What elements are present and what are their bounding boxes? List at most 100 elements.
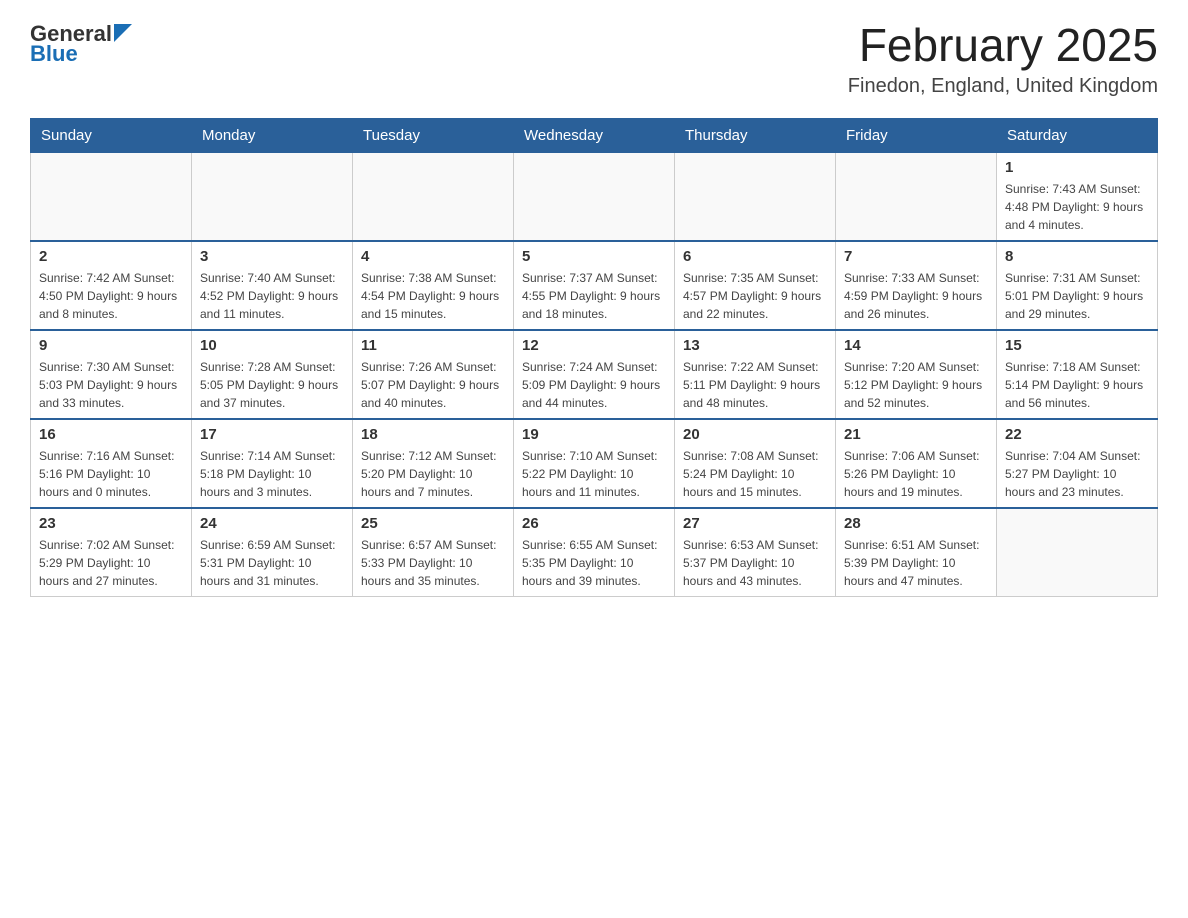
day-number: 18 (361, 426, 505, 443)
col-sunday: Sunday (31, 118, 192, 152)
day-number: 15 (1005, 337, 1149, 354)
day-info: Sunrise: 6:59 AM Sunset: 5:31 PM Dayligh… (200, 536, 344, 590)
day-number: 25 (361, 515, 505, 532)
table-row (192, 152, 353, 241)
day-info: Sunrise: 7:33 AM Sunset: 4:59 PM Dayligh… (844, 269, 988, 323)
day-info: Sunrise: 7:14 AM Sunset: 5:18 PM Dayligh… (200, 447, 344, 501)
logo: General Blue (30, 20, 132, 67)
col-wednesday: Wednesday (514, 118, 675, 152)
day-number: 11 (361, 337, 505, 354)
day-info: Sunrise: 6:57 AM Sunset: 5:33 PM Dayligh… (361, 536, 505, 590)
table-row: 5 Sunrise: 7:37 AM Sunset: 4:55 PM Daylig… (514, 241, 675, 330)
day-number: 26 (522, 515, 666, 532)
day-number: 16 (39, 426, 183, 443)
table-row: 14 Sunrise: 7:20 AM Sunset: 5:12 PM Dayli… (836, 330, 997, 419)
day-number: 4 (361, 248, 505, 265)
title-block: February 2025 Finedon, England, United K… (848, 20, 1158, 98)
day-number: 1 (1005, 159, 1149, 176)
table-row: 9 Sunrise: 7:30 AM Sunset: 5:03 PM Daylig… (31, 330, 192, 419)
day-number: 28 (844, 515, 988, 532)
col-saturday: Saturday (997, 118, 1158, 152)
table-row: 17 Sunrise: 7:14 AM Sunset: 5:18 PM Dayli… (192, 419, 353, 508)
day-number: 5 (522, 248, 666, 265)
day-info: Sunrise: 7:35 AM Sunset: 4:57 PM Dayligh… (683, 269, 827, 323)
day-info: Sunrise: 7:31 AM Sunset: 5:01 PM Dayligh… (1005, 269, 1149, 323)
day-info: Sunrise: 7:10 AM Sunset: 5:22 PM Dayligh… (522, 447, 666, 501)
day-info: Sunrise: 7:20 AM Sunset: 5:12 PM Dayligh… (844, 358, 988, 412)
day-number: 9 (39, 337, 183, 354)
table-row: 20Sunrise: 7:08 AM Sunset: 5:24 PM Dayli… (675, 419, 836, 508)
table-row: 18Sunrise: 7:12 AM Sunset: 5:20 PM Dayli… (353, 419, 514, 508)
table-row: 27 Sunrise: 6:53 AM Sunset: 5:37 PM Dayli… (675, 508, 836, 597)
day-info: Sunrise: 7:06 AM Sunset: 5:26 PM Dayligh… (844, 447, 988, 501)
day-number: 21 (844, 426, 988, 443)
table-row: 26 Sunrise: 6:55 AM Sunset: 5:35 PM Dayli… (514, 508, 675, 597)
month-title: February 2025 (848, 20, 1158, 71)
logo-arrow-icon (114, 24, 132, 42)
calendar-week-row: 16 Sunrise: 7:16 AM Sunset: 5:16 PM Dayli… (31, 419, 1158, 508)
day-info: Sunrise: 6:55 AM Sunset: 5:35 PM Dayligh… (522, 536, 666, 590)
day-number: 27 (683, 515, 827, 532)
table-row: 2 Sunrise: 7:42 AM Sunset: 4:50 PM Daylig… (31, 241, 192, 330)
day-number: 24 (200, 515, 344, 532)
day-number: 6 (683, 248, 827, 265)
day-info: Sunrise: 7:08 AM Sunset: 5:24 PM Dayligh… (683, 447, 827, 501)
day-number: 7 (844, 248, 988, 265)
day-info: Sunrise: 7:18 AM Sunset: 5:14 PM Dayligh… (1005, 358, 1149, 412)
day-number: 14 (844, 337, 988, 354)
day-info: Sunrise: 7:43 AM Sunset: 4:48 PM Dayligh… (1005, 180, 1149, 234)
day-info: Sunrise: 7:30 AM Sunset: 5:03 PM Dayligh… (39, 358, 183, 412)
day-info: Sunrise: 7:28 AM Sunset: 5:05 PM Dayligh… (200, 358, 344, 412)
day-info: Sunrise: 7:26 AM Sunset: 5:07 PM Dayligh… (361, 358, 505, 412)
table-row: 6 Sunrise: 7:35 AM Sunset: 4:57 PM Daylig… (675, 241, 836, 330)
table-row: 25 Sunrise: 6:57 AM Sunset: 5:33 PM Dayli… (353, 508, 514, 597)
calendar-week-row: 23Sunrise: 7:02 AM Sunset: 5:29 PM Dayli… (31, 508, 1158, 597)
table-row: 24 Sunrise: 6:59 AM Sunset: 5:31 PM Dayli… (192, 508, 353, 597)
calendar-header-row: Sunday Monday Tuesday Wednesday Thursday… (31, 118, 1158, 152)
table-row: 13 Sunrise: 7:22 AM Sunset: 5:11 PM Dayli… (675, 330, 836, 419)
col-monday: Monday (192, 118, 353, 152)
day-number: 8 (1005, 248, 1149, 265)
table-row: 11 Sunrise: 7:26 AM Sunset: 5:07 PM Dayli… (353, 330, 514, 419)
table-row: 1 Sunrise: 7:43 AM Sunset: 4:48 PM Daylig… (997, 152, 1158, 241)
day-info: Sunrise: 7:22 AM Sunset: 5:11 PM Dayligh… (683, 358, 827, 412)
day-number: 19 (522, 426, 666, 443)
table-row: 16 Sunrise: 7:16 AM Sunset: 5:16 PM Dayli… (31, 419, 192, 508)
col-thursday: Thursday (675, 118, 836, 152)
table-row: 21 Sunrise: 7:06 AM Sunset: 5:26 PM Dayli… (836, 419, 997, 508)
day-info: Sunrise: 7:38 AM Sunset: 4:54 PM Dayligh… (361, 269, 505, 323)
day-info: Sunrise: 7:37 AM Sunset: 4:55 PM Dayligh… (522, 269, 666, 323)
calendar-week-row: 2 Sunrise: 7:42 AM Sunset: 4:50 PM Daylig… (31, 241, 1158, 330)
day-info: Sunrise: 6:53 AM Sunset: 5:37 PM Dayligh… (683, 536, 827, 590)
table-row: 19 Sunrise: 7:10 AM Sunset: 5:22 PM Dayli… (514, 419, 675, 508)
day-info: Sunrise: 7:24 AM Sunset: 5:09 PM Dayligh… (522, 358, 666, 412)
table-row: 15 Sunrise: 7:18 AM Sunset: 5:14 PM Dayli… (997, 330, 1158, 419)
table-row: 12 Sunrise: 7:24 AM Sunset: 5:09 PM Dayli… (514, 330, 675, 419)
page-header: General Blue February 2025 Finedon, Engl… (30, 20, 1158, 98)
location-text: Finedon, England, United Kingdom (848, 75, 1158, 98)
day-number: 2 (39, 248, 183, 265)
day-number: 13 (683, 337, 827, 354)
col-friday: Friday (836, 118, 997, 152)
day-info: Sunrise: 7:40 AM Sunset: 4:52 PM Dayligh… (200, 269, 344, 323)
table-row: 28 Sunrise: 6:51 AM Sunset: 5:39 PM Dayli… (836, 508, 997, 597)
table-row (514, 152, 675, 241)
table-row (997, 508, 1158, 597)
col-tuesday: Tuesday (353, 118, 514, 152)
table-row: 4 Sunrise: 7:38 AM Sunset: 4:54 PM Daylig… (353, 241, 514, 330)
calendar-week-row: 1 Sunrise: 7:43 AM Sunset: 4:48 PM Daylig… (31, 152, 1158, 241)
table-row: 22Sunrise: 7:04 AM Sunset: 5:27 PM Dayli… (997, 419, 1158, 508)
table-row: 3Sunrise: 7:40 AM Sunset: 4:52 PM Daylig… (192, 241, 353, 330)
table-row (675, 152, 836, 241)
day-info: Sunrise: 6:51 AM Sunset: 5:39 PM Dayligh… (844, 536, 988, 590)
day-info: Sunrise: 7:04 AM Sunset: 5:27 PM Dayligh… (1005, 447, 1149, 501)
day-info: Sunrise: 7:42 AM Sunset: 4:50 PM Dayligh… (39, 269, 183, 323)
day-number: 12 (522, 337, 666, 354)
table-row (836, 152, 997, 241)
calendar-table: Sunday Monday Tuesday Wednesday Thursday… (30, 118, 1158, 597)
table-row: 10Sunrise: 7:28 AM Sunset: 5:05 PM Dayli… (192, 330, 353, 419)
table-row (353, 152, 514, 241)
day-number: 17 (200, 426, 344, 443)
calendar-week-row: 9 Sunrise: 7:30 AM Sunset: 5:03 PM Daylig… (31, 330, 1158, 419)
day-info: Sunrise: 7:16 AM Sunset: 5:16 PM Dayligh… (39, 447, 183, 501)
